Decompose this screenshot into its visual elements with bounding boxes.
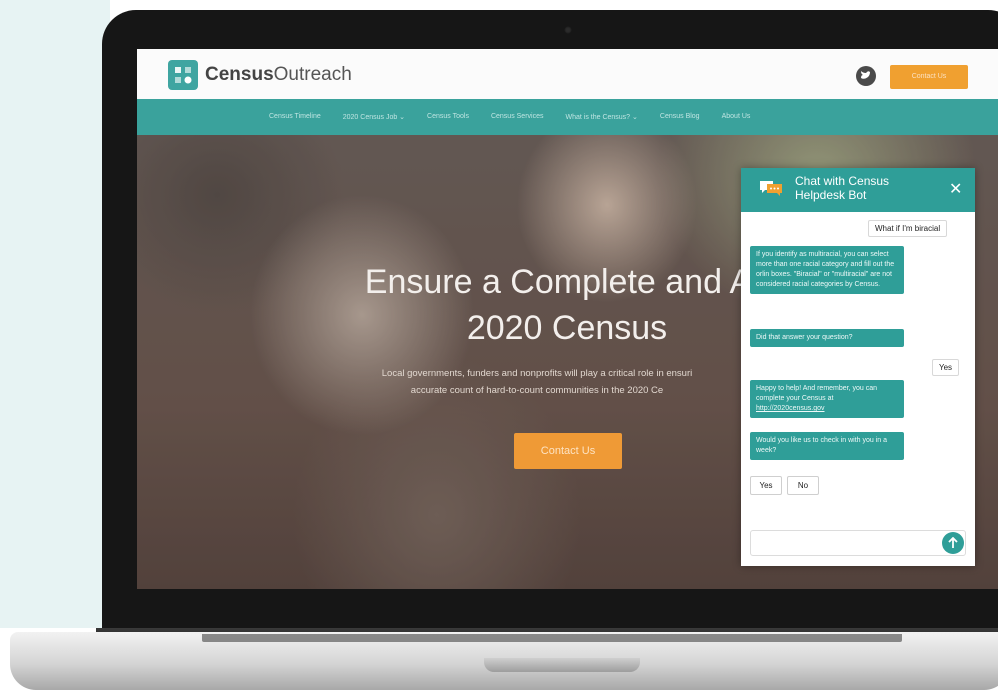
chat-message-input[interactable]: [750, 530, 966, 556]
census-logo-icon[interactable]: [168, 60, 198, 90]
chat-header: Chat with Census Helpdesk Bot ✕: [741, 168, 975, 212]
nav-item-what-is-census[interactable]: What is the Census? ⌄: [565, 113, 637, 121]
chat-message-bot: If you identify as multiracial, you can …: [750, 246, 904, 294]
nav-item-census-timeline[interactable]: Census Timeline: [269, 113, 321, 121]
close-icon[interactable]: ✕: [949, 179, 962, 199]
send-arrow-icon[interactable]: [942, 532, 964, 554]
hero-subtitle-line-2: accurate count of hard-to-count communit…: [410, 385, 664, 396]
nav-item-census-tools[interactable]: Census Tools: [427, 113, 469, 121]
chat-message-user: What if I'm biracial: [868, 220, 948, 237]
hero-subtitle: Local governments, funders and nonprofit…: [277, 365, 797, 399]
chat-input-area: [741, 522, 975, 566]
chat-message-user: Yes: [932, 359, 960, 376]
quick-reply-no-button[interactable]: No: [787, 476, 819, 495]
nav-item-census-services[interactable]: Census Services: [491, 113, 544, 121]
background-panel: [0, 0, 110, 628]
chat-message-bot: Happy to help! And remember, you can com…: [750, 380, 904, 418]
chat-message-text: Happy to help! And remember, you can com…: [756, 385, 878, 402]
chat-widget: Chat with Census Helpdesk Bot ✕ What if …: [741, 168, 975, 566]
logo-light-text: Outreach: [273, 64, 352, 85]
nav-item-census-job[interactable]: 2020 Census Job ⌄: [343, 113, 405, 121]
twitter-icon[interactable]: [856, 66, 876, 86]
laptop-hinge: [202, 634, 902, 642]
laptop-screen: CensusOutreach Contact Us Census Timelin…: [137, 49, 998, 589]
site-nav: Census Timeline 2020 Census Job ⌄ Census…: [137, 99, 998, 135]
laptop-notch: [484, 658, 640, 672]
hero-subtitle-line-1: Local governments, funders and nonprofit…: [381, 368, 693, 379]
header-contact-button[interactable]: Contact Us: [890, 65, 968, 89]
site-logo-text[interactable]: CensusOutreach: [205, 64, 352, 86]
nav-item-census-blog[interactable]: Census Blog: [660, 113, 700, 121]
hero-contact-button[interactable]: Contact Us: [514, 433, 622, 469]
laptop-camera: [564, 26, 572, 34]
quick-reply-yes-button[interactable]: Yes: [750, 476, 782, 495]
chat-message-bot: Did that answer your question?: [750, 329, 904, 347]
nav-item-about-us[interactable]: About Us: [722, 113, 751, 121]
site-header: CensusOutreach Contact Us: [137, 49, 998, 99]
census-link[interactable]: http://2020census.gov: [756, 405, 825, 412]
chat-message-bot: Would you like us to check in with you i…: [750, 432, 904, 460]
logo-bold-text: Census: [205, 64, 274, 85]
chat-title: Chat with Census Helpdesk Bot: [795, 174, 890, 202]
chat-bubble-icon: [760, 181, 782, 196]
